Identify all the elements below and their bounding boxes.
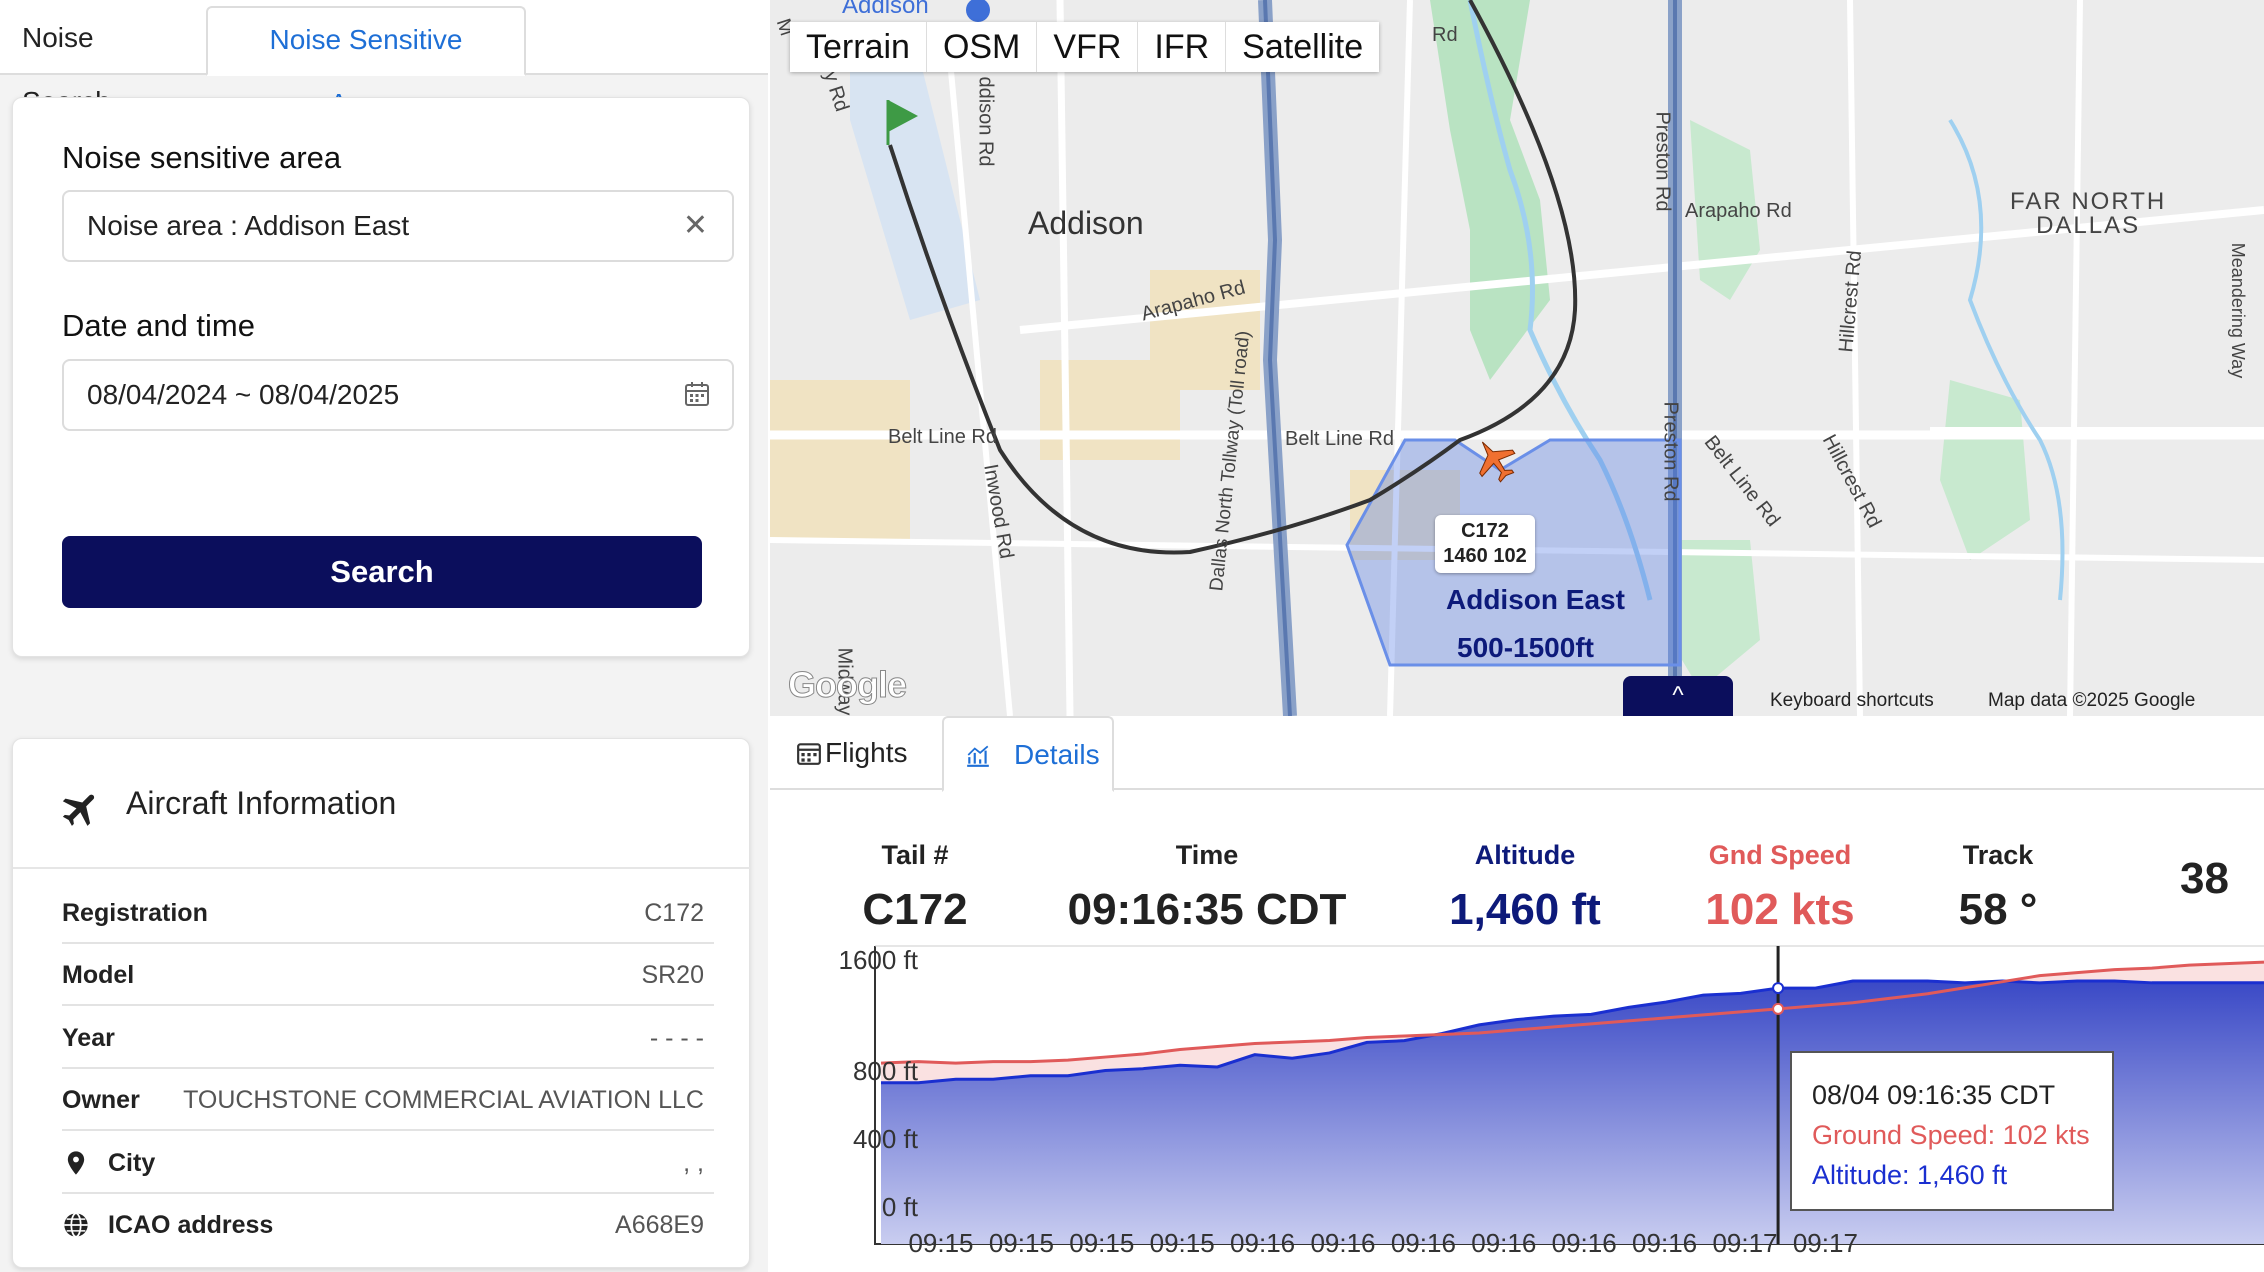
stat-extra: 38 [2180, 840, 2264, 904]
info-row-owner: Owner TOUCHSTONE COMMERCIAL AVIATION LLC [62, 1069, 714, 1131]
tooltip-altitude: Altitude: 1,460 ft [1812, 1160, 2008, 1190]
stat-value: 38 [2180, 854, 2229, 903]
clear-icon[interactable]: ✕ [683, 192, 708, 260]
location-pin-icon [67, 1151, 85, 1175]
tab-noise-sensitive-areas[interactable]: Noise Sensitive Areas [206, 6, 526, 119]
tab-details-label: Details [1014, 739, 1100, 770]
info-value: , , [683, 1149, 704, 1177]
map-label: Belt Line Rd [888, 426, 997, 448]
detail-tabs: Flights Details [770, 716, 2264, 792]
tab-details[interactable]: Details [942, 716, 1114, 792]
y-tick-label: 800 ft [852, 1056, 918, 1086]
map-label: Rd [1432, 24, 1458, 46]
map-label: Arapaho Rd [1685, 200, 1792, 222]
info-value: A668E9 [615, 1211, 704, 1239]
y-tick-label: 0 ft [881, 1192, 918, 1222]
map-label: Preston Rd [1659, 401, 1682, 502]
stat-tail: Tail # C172 [765, 840, 1065, 935]
info-value: SR20 [641, 961, 704, 989]
stat-value: C172 [862, 885, 968, 934]
map-data-attribution: Map data ©2025 Google [1988, 690, 2196, 711]
aircraft-tag-tail: C172 [1461, 520, 1509, 542]
info-key: Year [62, 1024, 115, 1052]
search-card: Noise sensitive area Noise area : Addiso… [12, 97, 750, 657]
map-label: Meandering Way [2228, 242, 2249, 379]
noise-area-select[interactable]: Noise area : Addison East ✕ [62, 190, 734, 262]
info-key: ICAO address [108, 1211, 274, 1239]
info-row-model: Model SR20 [62, 944, 714, 1006]
info-row-icao: ICAO address A668E9 [62, 1194, 714, 1256]
google-logo: Google [788, 664, 908, 706]
map-label: Belt Line Rd [1285, 428, 1394, 450]
noise-area-alt: 500-1500ft [1457, 632, 1594, 663]
map-label: ddison Rd [974, 76, 997, 167]
info-value: TOUCHSTONE COMMERCIAL AVIATION LLC [183, 1086, 704, 1114]
stat-track: Track 58 ° [1848, 840, 2148, 935]
tab-noise-search[interactable]: Noise Search [0, 6, 206, 117]
noise-area-label: Noise sensitive area [62, 140, 342, 175]
chart-tooltip: 08/04 09:16:35 CDT Ground Speed: 102 kts… [1790, 1051, 2114, 1211]
info-value: - - - - [649, 1024, 704, 1052]
map-view[interactable]: Addison Addison FAR NORTH DALLAS Arapaho … [770, 0, 2264, 716]
info-key: Model [62, 961, 135, 989]
info-key: Registration [62, 899, 208, 927]
date-range-value: 08/04/2024 ~ 08/04/2025 [87, 379, 400, 410]
y-tick-label: 1600 ft [838, 945, 918, 975]
left-panel: Noise Search Noise Sensitive Areas Noise… [0, 0, 768, 1272]
info-value: C172 [644, 899, 704, 927]
details-panel: Flights Details Tail # C172 Time 09:16:3… [770, 716, 2264, 1272]
keyboard-shortcuts-link[interactable]: Keyboard shortcuts [1770, 690, 1934, 712]
map-label: Preston Rd [1651, 111, 1674, 212]
stat-value: 09:16:35 CDT [1067, 885, 1347, 934]
collapse-panel-button[interactable]: ^ [1623, 676, 1733, 716]
date-time-label: Date and time [62, 308, 255, 343]
aircraft-tag-values: 1460 102 [1443, 545, 1527, 567]
search-button[interactable]: Search [62, 536, 702, 608]
info-row-city: City , , [62, 1132, 714, 1194]
noise-area-name: Addison East [1446, 584, 1625, 615]
map-type-switcher: Terrain OSM VFR IFR Satellite [790, 22, 1380, 72]
aircraft-info-card: Aircraft Information Registration C172 M… [12, 738, 751, 1268]
stat-label: Tail # [881, 840, 949, 870]
tooltip-time: 08/04 09:16:35 CDT [1812, 1080, 2056, 1110]
info-row-registration: Registration C172 [62, 882, 714, 944]
aircraft-info-title: Aircraft Information [126, 785, 397, 821]
map-type-satellite[interactable]: Satellite [1226, 22, 1379, 72]
y-tick-label: 400 ft [852, 1124, 918, 1154]
calendar-icon [797, 743, 821, 765]
map-label: FAR NORTH DALLAS [2010, 188, 2167, 239]
tab-flights[interactable]: Flights [797, 716, 908, 792]
map-type-ifr[interactable]: IFR [1138, 22, 1227, 72]
cursor-point [1772, 1002, 1785, 1015]
top-tabs: Noise Search Noise Sensitive Areas [0, 0, 768, 119]
map-type-osm[interactable]: OSM [927, 22, 1038, 72]
globe-icon [64, 1212, 88, 1238]
info-key: City [108, 1149, 156, 1177]
map-type-vfr[interactable]: VFR [1037, 22, 1139, 72]
aircraft-tag[interactable]: C172 1460 102 [1435, 515, 1535, 573]
stat-time: Time 09:16:35 CDT [1057, 840, 1357, 935]
map-label: Addison [842, 0, 929, 19]
stat-value: 58 ° [1958, 885, 2038, 934]
map-label: Addison [1028, 205, 1144, 241]
stat-label: Track [1962, 840, 2034, 870]
date-range-input[interactable]: 08/04/2024 ~ 08/04/2025 [62, 359, 734, 431]
stat-label: Time [1175, 840, 1239, 870]
aircraft-info-header: Aircraft Information [13, 739, 751, 869]
info-key: Owner [62, 1086, 140, 1114]
x-tick-label: 09:17 [1792, 1228, 1858, 1258]
cursor-point [1772, 982, 1785, 995]
noise-area-value: Noise area : Addison East [87, 210, 410, 241]
info-row-year: Year - - - - [62, 1007, 714, 1069]
tab-flights-label: Flights [825, 737, 908, 768]
tooltip-speed: Ground Speed: 102 kts [1812, 1120, 2090, 1150]
airplane-icon [62, 794, 95, 826]
chart-icon [967, 745, 989, 767]
calendar-icon[interactable] [684, 381, 710, 407]
map-type-terrain[interactable]: Terrain [790, 22, 927, 72]
